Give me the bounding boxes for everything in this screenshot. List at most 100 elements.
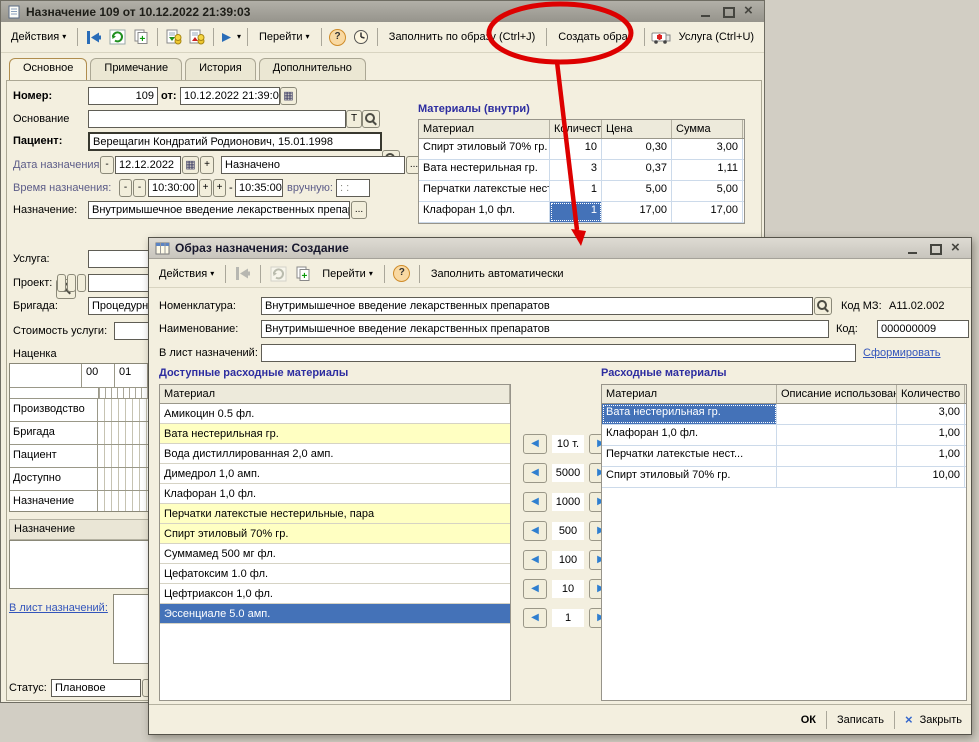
close-button[interactable]: Закрыть <box>920 714 962 726</box>
refresh-button[interactable] <box>107 27 127 47</box>
cell-sum[interactable]: 1,11 <box>672 160 743 180</box>
cell-description[interactable] <box>777 467 897 487</box>
dialog-maximize-icon[interactable] <box>928 242 943 255</box>
dialog-help-button[interactable] <box>391 264 413 284</box>
tab[interactable]: История <box>185 58 256 80</box>
available-row[interactable]: Клафоран 1,0 фл. <box>160 484 510 504</box>
datetime-field[interactable]: 10.12.2022 21:39:03 <box>180 87 280 105</box>
nomenclature-field[interactable]: Внутримышечное введение лекарственных пр… <box>261 297 813 315</box>
code-field[interactable]: 000000009 <box>877 320 969 338</box>
grid-row-cells[interactable] <box>98 422 148 444</box>
help-button[interactable] <box>327 27 347 47</box>
nomenclature-search-button[interactable] <box>814 297 832 315</box>
grid-row[interactable]: Пациент <box>10 445 148 468</box>
generate-link[interactable]: Сформировать <box>863 347 941 359</box>
forward-button[interactable] <box>220 27 241 47</box>
dialog-to-list-field[interactable] <box>261 344 856 362</box>
available-row[interactable]: Димедрол 1,0 амп. <box>160 464 510 484</box>
dialog-close-icon[interactable] <box>950 242 965 255</box>
cell-qty[interactable]: 1 <box>550 181 602 201</box>
autofill-button[interactable]: Заполнить автоматически <box>426 266 569 282</box>
available-row[interactable]: Перчатки латекстые нестерильные, пара <box>160 504 510 524</box>
fill-out-button[interactable] <box>187 27 207 47</box>
cell-sum[interactable]: 3,00 <box>672 139 743 159</box>
available-row[interactable]: Вата нестерильная гр. <box>160 424 510 444</box>
project-button-1[interactable] <box>57 274 66 292</box>
project-button-3[interactable] <box>77 274 86 292</box>
service-button[interactable]: Услуга (Ctrl+U) <box>674 29 759 45</box>
assignment-list-box[interactable] <box>9 540 149 589</box>
dialog-actions-menu[interactable]: Действия <box>154 266 219 282</box>
appoint-calendar-button[interactable] <box>182 156 199 174</box>
grid-row-cells[interactable] <box>98 468 148 490</box>
move-left-button[interactable] <box>523 434 547 454</box>
cell-material[interactable]: Вата нестерильная гр. <box>419 160 550 180</box>
cell-quantity[interactable]: 1,00 <box>897 446 965 466</box>
create-template-button[interactable]: Создать образ <box>553 29 637 45</box>
col-qty[interactable]: Количест... <box>550 120 602 138</box>
patient-field[interactable]: Верещагин Кондратий Родионович, 15.01.19… <box>88 132 382 151</box>
cell-description[interactable] <box>777 404 897 424</box>
main-titlebar[interactable]: Назначение 109 от 10.12.2022 21:39:03 <box>1 1 764 22</box>
cell-price[interactable]: 5,00 <box>602 181 672 201</box>
maximize-icon[interactable] <box>721 5 736 18</box>
cell-quantity[interactable]: 1,00 <box>897 425 965 445</box>
history-button[interactable] <box>351 27 371 47</box>
cell-material[interactable]: Вата нестерильная гр. <box>602 404 777 424</box>
selected-table[interactable]: Материал Описание использования Количест… <box>601 384 967 701</box>
dialog-titlebar[interactable]: Образ назначения: Создание <box>149 238 971 259</box>
tab[interactable]: Примечание <box>90 58 182 80</box>
grid-row-cells[interactable] <box>98 491 148 512</box>
available-row[interactable]: Суммамед 500 мг фл. <box>160 544 510 564</box>
dialog-refresh-button[interactable] <box>267 264 289 284</box>
time-from-field[interactable]: 10:30:00 <box>148 179 198 197</box>
cell-material[interactable]: Клафоран 1,0 фл. <box>602 425 777 445</box>
dialog-goto-menu[interactable]: Перейти <box>317 266 378 282</box>
cell-price[interactable]: 0,30 <box>602 139 672 159</box>
selected-row[interactable]: Спирт этиловый 70% гр. 10,00 <box>602 467 966 488</box>
available-row[interactable]: Спирт этиловый 70% гр. <box>160 524 510 544</box>
available-row[interactable]: Цефтриаксон 1,0 фл. <box>160 584 510 604</box>
cell-quantity[interactable]: 3,00 <box>897 404 965 424</box>
number-field[interactable]: 109 <box>88 87 158 105</box>
available-row[interactable]: Вода дистиллированная 2,0 амп. <box>160 444 510 464</box>
col-price[interactable]: Цена <box>602 120 672 138</box>
materials-row[interactable]: Вата нестерильная гр. 3 0,37 1,11 <box>419 160 744 181</box>
assignment-more-button[interactable]: ... <box>351 201 367 219</box>
grid-row-cells[interactable] <box>98 445 148 467</box>
ok-button[interactable]: ОК <box>801 714 816 726</box>
move-left-button[interactable] <box>523 521 547 541</box>
materials-table[interactable]: Материал Количест... Цена Сумма Спирт эт… <box>418 119 745 224</box>
selected-row[interactable]: Перчатки латекстые нест... 1,00 <box>602 446 966 467</box>
move-left-button[interactable] <box>523 550 547 570</box>
time-to-field[interactable]: 10:35:00 <box>235 179 283 197</box>
cell-qty[interactable]: 1 <box>550 202 602 222</box>
appoint-date-field[interactable]: 12.12.2022 <box>115 156 181 174</box>
assignment-group-header[interactable]: Назначение <box>9 519 149 540</box>
fill-in-button[interactable] <box>164 27 184 47</box>
copy-add-button[interactable]: + <box>131 27 151 47</box>
cell-price[interactable]: 17,00 <box>602 202 672 222</box>
minimize-icon[interactable] <box>699 5 714 18</box>
grid-row[interactable]: Назначение <box>10 491 148 512</box>
materials-row[interactable]: Клафоран 1,0 фл. 1 17,00 17,00 <box>419 202 744 223</box>
dialog-minimize-icon[interactable] <box>906 242 921 255</box>
close-icon[interactable] <box>743 5 758 18</box>
selected-row[interactable]: Вата нестерильная гр. 3,00 <box>602 404 966 425</box>
appoint-status-field[interactable]: Назначено <box>221 156 405 174</box>
cell-quantity[interactable]: 10,00 <box>897 467 965 487</box>
goto-menu[interactable]: Перейти <box>254 29 315 45</box>
grid-row[interactable]: Доступно <box>10 468 148 491</box>
save-button[interactable]: Записать <box>837 714 884 726</box>
dialog-copy-add-button[interactable]: + <box>292 264 314 284</box>
available-row[interactable]: Амикоцин 0.5 фл. <box>160 404 510 424</box>
tab[interactable]: Дополнительно <box>259 58 366 80</box>
move-left-button[interactable] <box>523 579 547 599</box>
basis-search-button[interactable] <box>362 110 380 128</box>
cell-price[interactable]: 0,37 <box>602 160 672 180</box>
save-close-button[interactable] <box>84 27 104 47</box>
time-minus2-button[interactable]: - <box>133 179 146 197</box>
col-material[interactable]: Материал <box>160 385 510 403</box>
available-table[interactable]: Материал Амикоцин 0.5 фл. Вата нестериль… <box>159 384 511 701</box>
actions-menu[interactable]: Действия <box>6 29 71 45</box>
